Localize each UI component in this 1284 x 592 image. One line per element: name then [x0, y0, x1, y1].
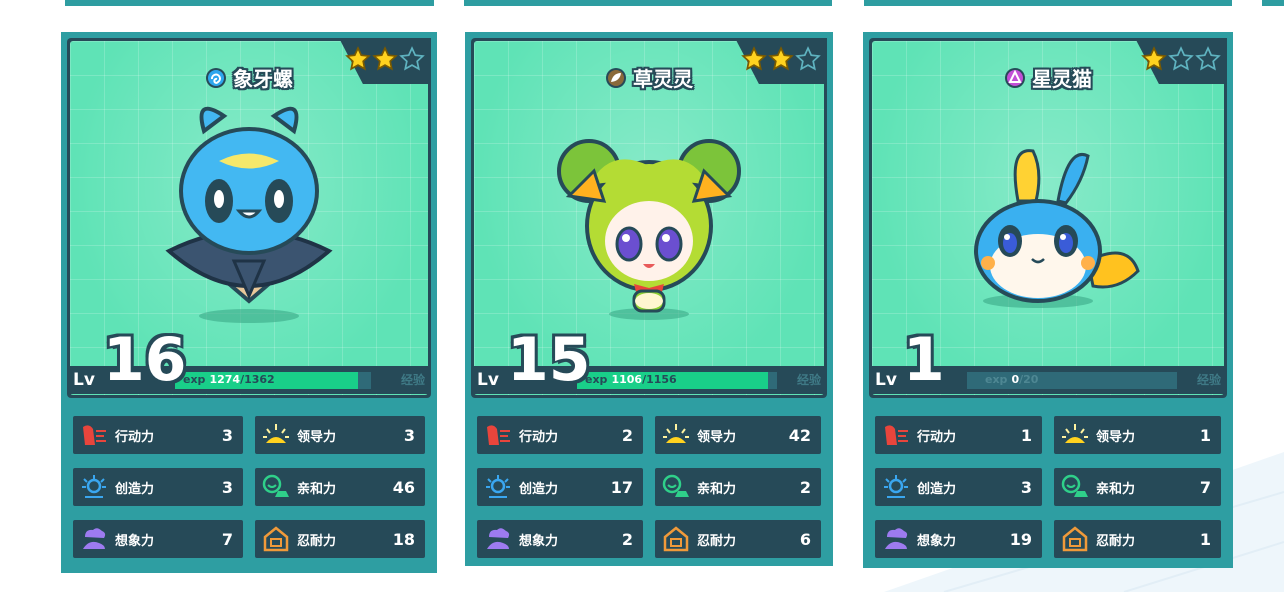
action-power-icon [487, 425, 510, 445]
star-element-icon [1005, 67, 1025, 88]
endurance-icon [1062, 526, 1088, 552]
level-label: Lv [73, 370, 95, 390]
star-filled-icon [768, 46, 794, 71]
creativity-icon [486, 475, 510, 498]
stat-imagination: 想象力 7 [73, 520, 243, 558]
card-top-edge [65, 0, 434, 6]
stat-endurance: 忍耐力 6 [655, 520, 821, 558]
pet-card[interactable]: 星灵猫 Lv 1 exp 0/20 经验 行动力 1 领导力 1 创造力 3 亲… [863, 32, 1233, 568]
stats-grid: 行动力 3 领导力 3 创造力 3 亲和力 46 想象力 7 忍耐力 18 [73, 416, 425, 558]
stat-imagination: 想象力 2 [477, 520, 643, 558]
exp-text: exp 1106/1156 [585, 373, 677, 386]
star-empty-icon [795, 46, 821, 71]
exp-text: exp 0/20 [985, 373, 1039, 386]
level-bar: Lv 16 exp 1274/1362 经验 [67, 330, 431, 394]
stat-affinity: 亲和力 2 [655, 468, 821, 506]
endurance-icon [263, 526, 289, 552]
level-label: Lv [477, 370, 499, 390]
star-filled-icon [345, 46, 371, 71]
creativity-icon [82, 475, 106, 498]
star-empty-icon [1195, 46, 1221, 71]
pet-creature-image [974, 149, 1140, 308]
imagination-icon [487, 528, 510, 549]
stat-endurance: 忍耐力 18 [255, 520, 425, 558]
star-rating [1141, 46, 1221, 72]
stat-affinity: 亲和力 7 [1054, 468, 1221, 506]
stat-action-power: 行动力 1 [875, 416, 1042, 454]
level-number: 16 [103, 325, 187, 395]
stat-leadership: 领导力 42 [655, 416, 821, 454]
imagination-icon [885, 528, 908, 549]
leadership-icon [1062, 424, 1088, 443]
stat-affinity: 亲和力 46 [255, 468, 425, 506]
star-rating [345, 46, 425, 72]
endurance-icon [663, 526, 689, 552]
star-filled-icon [1141, 46, 1167, 71]
pet-card[interactable]: 草灵灵 Lv 15 exp 1106/1156 经验 行动力 2 领导力 42 … [465, 32, 833, 566]
pet-card[interactable]: 象牙螺 Lv 16 exp 1274/1362 经验 行动力 3 领导力 3 创… [61, 32, 437, 573]
pet-name: 象牙螺 [233, 67, 293, 91]
star-rating [741, 46, 821, 72]
affinity-icon [1061, 474, 1088, 497]
level-bar: Lv 1 exp 0/20 经验 [869, 330, 1227, 394]
water-element-icon [206, 67, 226, 88]
exp-bar: exp 1106/1156 [577, 372, 777, 389]
stat-creativity: 创造力 17 [477, 468, 643, 506]
star-empty-icon [1168, 46, 1194, 71]
exp-bar: exp 1274/1362 [175, 372, 371, 389]
imagination-icon [83, 528, 106, 549]
stat-imagination: 想象力 19 [875, 520, 1042, 558]
pet-creature-image [557, 139, 741, 320]
stat-endurance: 忍耐力 1 [1054, 520, 1221, 558]
pet-creature-image [165, 106, 333, 323]
exp-bar: exp 0/20 [967, 372, 1177, 389]
pet-name: 星灵猫 [1032, 67, 1092, 91]
star-empty-icon [399, 46, 425, 71]
action-power-icon [83, 425, 106, 445]
exp-side-label: 经验 [400, 373, 425, 387]
affinity-icon [262, 474, 289, 497]
level-number: 15 [507, 325, 591, 395]
stat-leadership: 领导力 1 [1054, 416, 1221, 454]
card-top-edge [1262, 0, 1284, 6]
grass-element-icon [606, 67, 626, 88]
affinity-icon [662, 474, 689, 497]
exp-side-label: 经验 [1196, 373, 1221, 387]
stats-grid: 行动力 2 领导力 42 创造力 17 亲和力 2 想象力 2 忍耐力 6 [477, 416, 821, 558]
stats-grid: 行动力 1 领导力 1 创造力 3 亲和力 7 想象力 19 忍耐力 1 [875, 416, 1221, 558]
level-label: Lv [875, 370, 897, 390]
pet-name: 草灵灵 [633, 67, 693, 91]
stat-creativity: 创造力 3 [875, 468, 1042, 506]
level-bar: Lv 15 exp 1106/1156 经验 [471, 330, 827, 394]
stat-leadership: 领导力 3 [255, 416, 425, 454]
card-top-edge [864, 0, 1232, 6]
stat-action-power: 行动力 2 [477, 416, 643, 454]
exp-side-label: 经验 [796, 373, 821, 387]
action-power-icon [885, 425, 908, 445]
star-filled-icon [741, 46, 767, 71]
leadership-icon [663, 424, 689, 443]
leadership-icon [263, 424, 289, 443]
stat-creativity: 创造力 3 [73, 468, 243, 506]
card-top-edge [464, 0, 832, 6]
star-filled-icon [372, 46, 398, 71]
level-number: 1 [903, 325, 945, 395]
creativity-icon [884, 475, 908, 498]
exp-text: exp 1274/1362 [183, 373, 275, 386]
stat-action-power: 行动力 3 [73, 416, 243, 454]
